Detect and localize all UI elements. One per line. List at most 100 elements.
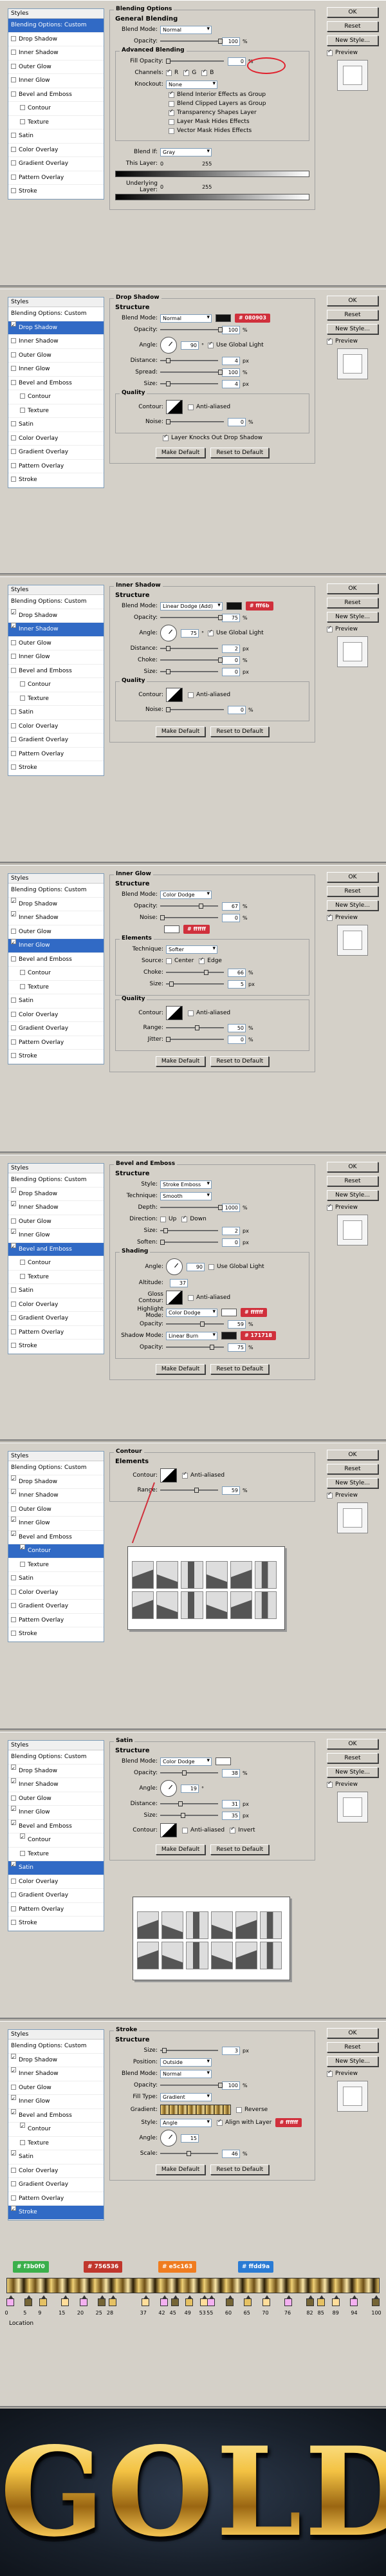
styles-item[interactable]: Stroke xyxy=(8,1050,104,1064)
value-field[interactable]: 100 xyxy=(222,325,240,334)
value-field[interactable]: 59 xyxy=(222,1486,240,1495)
mode-select[interactable]: Normal xyxy=(160,2069,212,2078)
value-field[interactable]: 0 xyxy=(228,417,246,426)
reset-default-button[interactable]: Reset to Default xyxy=(210,1364,270,1374)
value-slider[interactable] xyxy=(166,1025,224,1030)
styles-item[interactable]: Drop Shadow xyxy=(8,609,104,623)
style-checkbox[interactable] xyxy=(11,1920,16,1925)
source-option[interactable]: Edge xyxy=(199,956,222,965)
styles-item[interactable]: Drop Shadow xyxy=(8,1187,104,1201)
slider-knob[interactable] xyxy=(166,381,170,386)
gradient-stop[interactable] xyxy=(225,2295,234,2306)
styles-item[interactable]: Inner Shadow xyxy=(8,335,104,349)
styles-item[interactable]: Outer Glow xyxy=(8,61,104,74)
source-option[interactable]: Center xyxy=(166,956,194,965)
contour-preset[interactable] xyxy=(230,1561,252,1589)
gradient-stop[interactable] xyxy=(109,2295,117,2306)
styles-item[interactable]: Contour xyxy=(8,678,104,692)
gradient-stop[interactable] xyxy=(284,2295,292,2306)
style-checkbox[interactable] xyxy=(11,1806,16,1811)
style-checkbox[interactable] xyxy=(11,2206,16,2211)
contour-preset[interactable] xyxy=(205,1591,228,1619)
value-field[interactable]: 46 xyxy=(222,2149,240,2158)
value-field[interactable]: 50 xyxy=(228,1023,246,1032)
style-checkbox[interactable] xyxy=(11,764,16,770)
value-field[interactable]: 31 xyxy=(222,1799,240,1808)
gradient-stop[interactable] xyxy=(244,2295,252,2306)
styles-item[interactable]: Satin xyxy=(8,129,104,144)
style-checkbox[interactable] xyxy=(11,1329,16,1334)
value-slider[interactable] xyxy=(160,1228,218,1233)
styles-item[interactable]: Satin xyxy=(8,1572,104,1586)
style-checkbox[interactable] xyxy=(20,1833,25,1839)
gradient-stop[interactable] xyxy=(170,2295,179,2306)
contour-preset[interactable] xyxy=(156,1561,179,1589)
reset-default-button[interactable]: Reset to Default xyxy=(210,1844,270,1855)
angle-dial[interactable] xyxy=(166,1258,183,1275)
channel-checkbox[interactable] xyxy=(201,68,208,76)
angle-field[interactable]: 90 xyxy=(187,1262,205,1271)
channel-toggle[interactable]: B xyxy=(201,68,214,77)
mode-select[interactable]: Color Dodge xyxy=(160,890,212,899)
value-field[interactable]: 100 xyxy=(222,2081,240,2090)
value-slider[interactable] xyxy=(160,615,223,620)
style-checkbox[interactable] xyxy=(11,1764,16,1770)
value-slider[interactable] xyxy=(160,2151,218,2156)
anti-aliased-checkbox[interactable] xyxy=(182,1471,188,1479)
styles-item[interactable]: Color Overlay xyxy=(8,720,104,734)
contour-preset[interactable] xyxy=(132,1591,154,1619)
knockout-select[interactable]: None xyxy=(166,80,217,89)
angle-field[interactable]: 15 xyxy=(181,2134,199,2143)
value-slider[interactable] xyxy=(160,1205,223,1210)
blend-if-select[interactable]: Gray xyxy=(160,147,212,156)
styles-item[interactable]: Contour xyxy=(8,390,104,404)
styles-item[interactable]: Stroke xyxy=(8,185,104,199)
value-field[interactable]: 90 xyxy=(181,341,199,350)
styles-item[interactable]: Blending Options: Custom xyxy=(8,884,104,898)
angle-dial[interactable] xyxy=(160,625,177,641)
style-checkbox[interactable] xyxy=(11,2067,16,2072)
styles-item[interactable]: Gradient Overlay xyxy=(8,446,104,460)
mode-select[interactable]: Normal xyxy=(160,314,212,323)
direction-option[interactable]: Up xyxy=(160,1215,176,1224)
slider-knob[interactable] xyxy=(182,1770,187,1776)
styles-item[interactable]: Drop Shadow xyxy=(8,321,104,335)
advanced-option[interactable]: Blend Clipped Layers as Group xyxy=(169,99,304,108)
ok-button[interactable]: OK xyxy=(327,1450,378,1460)
preview-toggle[interactable]: Preview xyxy=(327,1203,378,1211)
make-default-button[interactable]: Make Default xyxy=(155,1364,206,1374)
style-checkbox[interactable] xyxy=(20,105,25,110)
styles-item[interactable]: Blending Options: Custom xyxy=(8,1173,104,1188)
style-checkbox[interactable] xyxy=(11,462,16,468)
satin-swatch[interactable] xyxy=(216,1757,231,1765)
global-light-checkbox[interactable] xyxy=(208,629,214,636)
value-slider[interactable] xyxy=(166,1321,224,1327)
value-field[interactable]: 100 xyxy=(222,368,240,377)
styles-item[interactable]: Bevel and Emboss xyxy=(8,1530,104,1544)
reset-default-button[interactable]: Reset to Default xyxy=(210,2164,270,2175)
gradient-stop[interactable] xyxy=(6,2295,14,2306)
source-radio[interactable] xyxy=(166,958,172,964)
style-checkbox[interactable] xyxy=(11,477,16,482)
gradient-stop[interactable] xyxy=(142,2295,150,2306)
contour-picker[interactable] xyxy=(133,1897,290,1980)
anti-aliased-toggle[interactable]: Anti-aliased xyxy=(188,1293,230,1302)
styles-item[interactable]: Pattern Overlay xyxy=(8,1903,104,1917)
style-checkbox[interactable] xyxy=(11,1575,16,1580)
styles-item[interactable]: Pattern Overlay xyxy=(8,1326,104,1340)
slider-knob[interactable] xyxy=(187,2151,192,2156)
slider-knob[interactable] xyxy=(218,370,223,375)
channel-checkbox[interactable] xyxy=(183,68,190,76)
slider-knob[interactable] xyxy=(194,1488,199,1493)
value-field[interactable]: 2 xyxy=(222,1226,240,1235)
styles-item[interactable]: Texture xyxy=(8,692,104,706)
gradient-stop[interactable] xyxy=(160,2295,168,2306)
ok-button[interactable]: OK xyxy=(327,1739,378,1749)
advanced-option[interactable]: Blend Interior Effects as Group xyxy=(169,90,304,99)
anti-aliased-toggle[interactable]: Anti-aliased xyxy=(188,1009,230,1018)
styles-item[interactable]: Stroke xyxy=(8,1627,104,1642)
slider-knob[interactable] xyxy=(180,1813,185,1818)
preview-checkbox[interactable] xyxy=(327,2069,333,2077)
style-checkbox[interactable] xyxy=(11,1795,16,1801)
styles-item[interactable]: Inner Glow xyxy=(8,939,104,953)
